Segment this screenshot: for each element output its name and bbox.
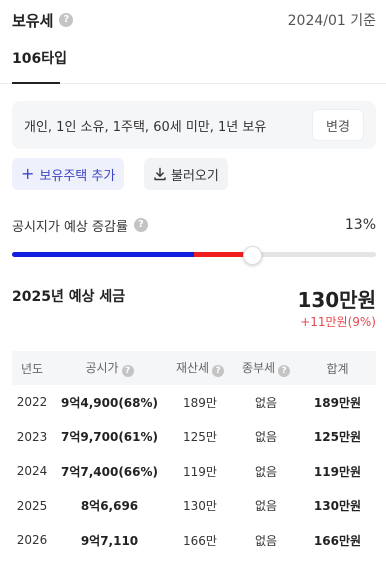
table-row: 2024 7억7,400(66%) 119만 없음 119만원 bbox=[12, 454, 376, 489]
question-icon[interactable]: ? bbox=[121, 365, 134, 377]
conditions-box: 개인, 1인 소유, 1주택, 60세 미만, 1년 보유 변경 bbox=[12, 101, 376, 149]
table-header-row: 년도 공시가? 재산세? 종부세? 합계 bbox=[12, 351, 376, 385]
tab-106-type[interactable]: 106타입 bbox=[12, 48, 67, 68]
cell-property-tax: 130만 bbox=[183, 499, 217, 514]
download-icon bbox=[154, 167, 166, 181]
conditions-summary: 개인, 1인 소유, 1주택, 60세 미만, 1년 보유 bbox=[24, 119, 267, 135]
tax-table: 년도 공시가? 재산세? 종부세? 합계 2022 9억4,900(68%) 1… bbox=[12, 351, 376, 558]
estimate-label: 2025년 예상 세금 bbox=[12, 289, 126, 305]
cell-comprehensive-tax: 없음 bbox=[254, 395, 278, 410]
cell-price: 9억7,110 bbox=[80, 533, 139, 548]
header-total: 합계 bbox=[299, 351, 376, 385]
header-year: 년도 bbox=[12, 351, 52, 385]
rate-value: 13% bbox=[344, 217, 376, 233]
cell-comprehensive-tax: 없음 bbox=[254, 499, 278, 514]
page-title: 보유세 bbox=[12, 11, 54, 30]
cell-comprehensive-tax: 없음 bbox=[254, 533, 278, 548]
load-button[interactable]: 불러오기 bbox=[144, 158, 228, 190]
cell-property-tax: 166만 bbox=[183, 533, 217, 548]
cell-year: 2024 bbox=[16, 464, 48, 479]
cell-total: 189만원 bbox=[313, 395, 362, 410]
table-row: 2025 8억6,696 130만 없음 130만원 bbox=[12, 489, 376, 524]
change-button[interactable]: 변경 bbox=[312, 109, 364, 141]
header-comprehensive-tax: 종부세? bbox=[233, 351, 299, 385]
plus-icon: + bbox=[21, 164, 35, 183]
rate-label: 공시지가 예상 증감률 bbox=[12, 219, 128, 235]
cell-price: 7억7,400(66%) bbox=[60, 464, 159, 479]
cell-total: 130만원 bbox=[313, 499, 362, 514]
table-row: 2023 7억9,700(61%) 125만 없음 125만원 bbox=[12, 420, 376, 455]
cell-price: 8억6,696 bbox=[80, 499, 139, 514]
question-icon[interactable]: ? bbox=[278, 365, 291, 377]
cell-year: 2022 bbox=[16, 395, 48, 410]
cell-year: 2026 bbox=[16, 533, 48, 548]
cell-property-tax: 125만 bbox=[183, 430, 217, 445]
active-tab-indicator bbox=[12, 82, 60, 84]
date-basis: 2024/01 기준 bbox=[287, 13, 376, 29]
cell-year: 2023 bbox=[16, 429, 48, 444]
estimate-change: +11만원(9%) bbox=[300, 315, 376, 329]
cell-total: 119만원 bbox=[313, 464, 362, 479]
cell-price: 7억9,700(61%) bbox=[60, 430, 159, 445]
rate-label-group: 공시지가 예상 증감률 ? bbox=[12, 216, 148, 235]
header-title-group: 보유세 ? bbox=[12, 10, 74, 31]
load-label: 불러오기 bbox=[171, 168, 219, 184]
header: 보유세 ? 2024/01 기준 bbox=[12, 8, 376, 32]
estimate-amount: 130만원 bbox=[297, 288, 376, 312]
header-property-tax: 재산세? bbox=[167, 351, 233, 385]
question-icon[interactable]: ? bbox=[133, 218, 148, 232]
table-row: 2026 9억7,110 166만 없음 166만원 bbox=[12, 523, 376, 558]
slider-increase-fill bbox=[194, 252, 249, 257]
slider-base-fill bbox=[12, 252, 194, 257]
cell-property-tax: 189만 bbox=[183, 395, 217, 410]
table-row: 2022 9억4,900(68%) 189만 없음 189만원 bbox=[12, 385, 376, 420]
cell-comprehensive-tax: 없음 bbox=[254, 464, 278, 479]
cell-property-tax: 119만 bbox=[183, 464, 217, 479]
cell-price: 9억4,900(68%) bbox=[60, 395, 159, 410]
add-house-label: 보유주택 추가 bbox=[39, 168, 116, 184]
cell-comprehensive-tax: 없음 bbox=[254, 430, 278, 445]
rate-slider[interactable] bbox=[12, 246, 376, 265]
cell-total: 166만원 bbox=[313, 533, 362, 548]
slider-handle[interactable] bbox=[243, 246, 262, 265]
cell-year: 2025 bbox=[16, 498, 48, 513]
rate-row: 공시지가 예상 증감률 ? 13% bbox=[12, 214, 376, 236]
header-price: 공시가? bbox=[52, 351, 167, 385]
cell-total: 125만원 bbox=[313, 430, 362, 445]
add-house-button[interactable]: + 보유주택 추가 bbox=[12, 158, 125, 190]
question-icon[interactable]: ? bbox=[59, 13, 74, 27]
question-icon[interactable]: ? bbox=[212, 365, 225, 377]
